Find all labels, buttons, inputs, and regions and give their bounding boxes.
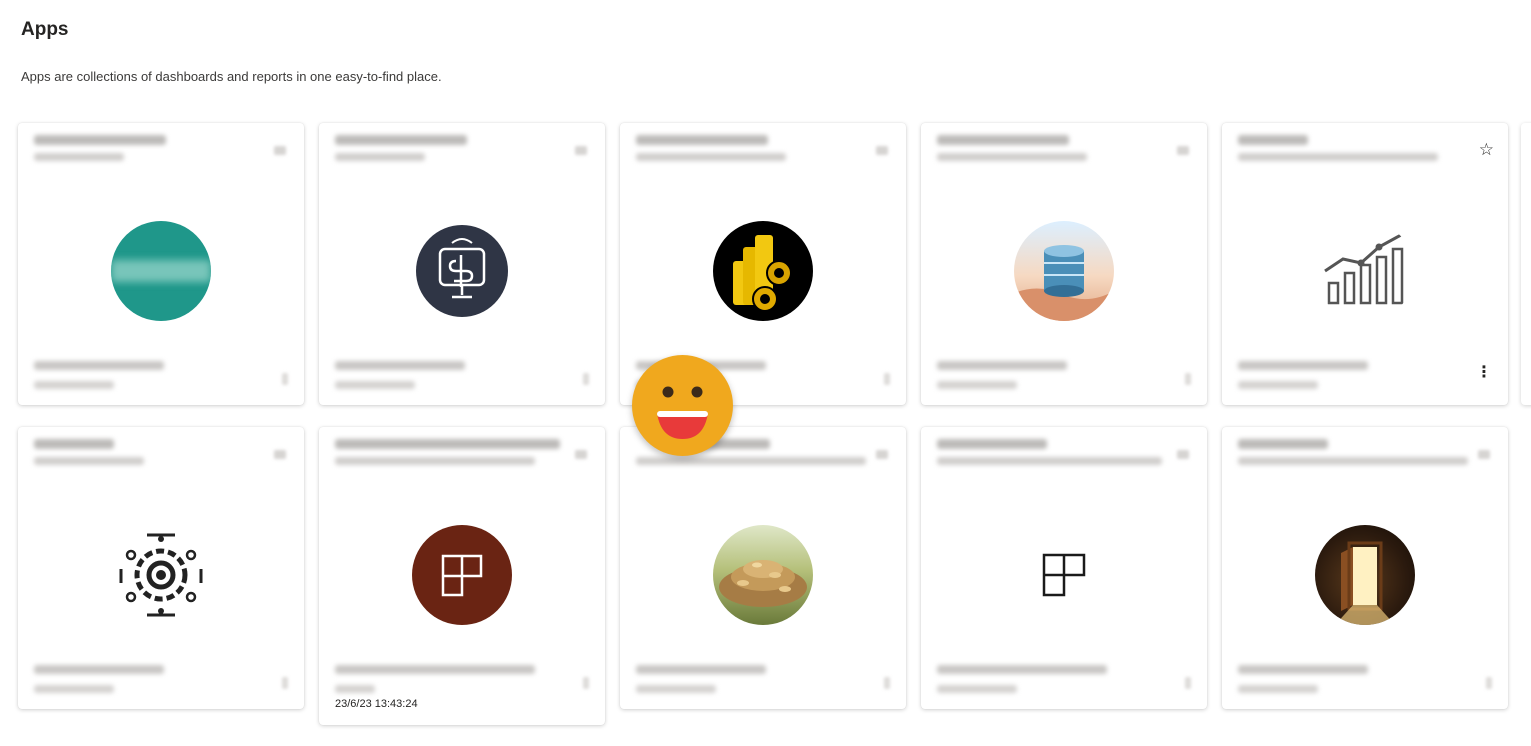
app-title-redacted — [34, 439, 114, 449]
owner-redacted — [335, 665, 535, 674]
app-icon-redacted — [274, 146, 286, 155]
app-card-footer — [319, 351, 605, 405]
growth-chart-icon[interactable] — [1315, 221, 1415, 321]
app-subtitle-redacted — [335, 153, 425, 161]
open-door-image[interactable] — [1315, 525, 1415, 625]
info-icon — [884, 677, 890, 689]
app-subtitle-redacted — [937, 153, 1087, 161]
page-title: Apps — [21, 19, 69, 40]
database-desert-image[interactable] — [1014, 221, 1114, 321]
app-subtitle-redacted — [34, 457, 144, 465]
app-icon-redacted — [575, 146, 587, 155]
date-redacted — [937, 381, 1017, 389]
app-card-footer — [18, 655, 304, 709]
app-subtitle-redacted — [1238, 457, 1468, 465]
owner-redacted — [34, 665, 164, 674]
info-icon — [1185, 677, 1191, 689]
owner-redacted — [34, 361, 164, 370]
coins-pile-image[interactable] — [713, 525, 813, 625]
more-options-icon[interactable]: ⋮ — [1476, 365, 1492, 381]
app-card-header — [18, 123, 304, 171]
info-icon — [282, 677, 288, 689]
app-card[interactable] — [921, 123, 1207, 405]
owner-redacted — [335, 361, 465, 370]
app-card[interactable] — [18, 427, 304, 709]
app-title-redacted — [1238, 135, 1308, 145]
teal-logo-icon[interactable] — [111, 221, 211, 321]
app-card-header — [319, 123, 605, 171]
smiley-emoji-overlay — [632, 355, 733, 456]
app-card[interactable] — [620, 427, 906, 709]
app-card-hovered[interactable]: ☆ ⋮ — [1222, 123, 1508, 405]
app-subtitle-redacted — [335, 457, 535, 465]
app-card-header — [620, 123, 906, 171]
info-icon — [1486, 677, 1492, 689]
app-card[interactable]: 23/6/23 13:43:24 — [319, 427, 605, 725]
app-icon-redacted — [876, 450, 888, 459]
app-subtitle-redacted — [937, 457, 1162, 465]
app-title-redacted — [937, 439, 1047, 449]
app-title-redacted — [335, 439, 560, 449]
app-card-header — [319, 427, 605, 475]
app-card-footer — [620, 655, 906, 709]
app-subtitle-redacted — [34, 153, 124, 161]
app-subtitle-redacted — [636, 153, 786, 161]
app-title-redacted — [335, 135, 467, 145]
app-card-partial[interactable] — [1521, 123, 1531, 405]
app-icon-redacted — [274, 450, 286, 459]
app-card-header — [1222, 427, 1508, 475]
date-redacted — [335, 685, 375, 693]
app-card-footer — [1222, 655, 1508, 709]
app-title-redacted — [1238, 439, 1328, 449]
date-redacted — [335, 381, 415, 389]
app-card-header: ☆ — [1222, 123, 1508, 171]
owner-redacted — [937, 361, 1067, 370]
timestamp-tooltip: 23/6/23 13:43:24 — [335, 698, 418, 710]
owner-redacted — [1238, 361, 1368, 370]
info-icon — [884, 373, 890, 385]
info-icon — [1185, 373, 1191, 385]
app-card-footer — [921, 655, 1207, 709]
date-redacted — [937, 685, 1017, 693]
app-title-redacted — [937, 135, 1069, 145]
info-icon — [583, 373, 589, 385]
app-tiles-outline-icon[interactable] — [1014, 525, 1114, 625]
app-icon-redacted — [1177, 146, 1189, 155]
date-redacted — [636, 685, 716, 693]
app-card-header — [921, 123, 1207, 171]
owner-redacted — [1238, 665, 1368, 674]
owner-redacted — [937, 665, 1107, 674]
app-card-header — [921, 427, 1207, 475]
app-card[interactable] — [319, 123, 605, 405]
app-card-footer: ⋮ — [1222, 351, 1508, 405]
date-redacted — [1238, 685, 1318, 693]
app-icon-redacted — [1177, 450, 1189, 459]
app-card-header — [18, 427, 304, 475]
page-description: Apps are collections of dashboards and r… — [21, 69, 442, 84]
date-redacted — [1238, 381, 1318, 389]
date-redacted — [34, 381, 114, 389]
app-card-footer: 23/6/23 13:43:24 — [319, 655, 605, 710]
star-icon[interactable]: ☆ — [1479, 141, 1494, 158]
app-card[interactable] — [1222, 427, 1508, 709]
app-title-redacted — [34, 135, 166, 145]
app-icon-redacted — [876, 146, 888, 155]
app-tiles-icon[interactable] — [412, 525, 512, 625]
owner-redacted — [636, 665, 766, 674]
date-redacted — [34, 685, 114, 693]
app-subtitle-redacted — [636, 457, 866, 465]
app-icon-redacted — [1478, 450, 1490, 459]
monitor-dollar-icon[interactable] — [416, 225, 508, 317]
gear-circuit-icon[interactable] — [111, 525, 211, 625]
app-card-footer — [921, 351, 1207, 405]
powerbi-gears-icon[interactable] — [713, 221, 813, 321]
app-subtitle-redacted — [1238, 153, 1438, 161]
info-icon — [282, 373, 288, 385]
info-icon — [583, 677, 589, 689]
app-card[interactable] — [18, 123, 304, 405]
app-title-redacted — [636, 135, 768, 145]
app-card[interactable] — [921, 427, 1207, 709]
app-card-footer — [18, 351, 304, 405]
app-icon-redacted — [575, 450, 587, 459]
